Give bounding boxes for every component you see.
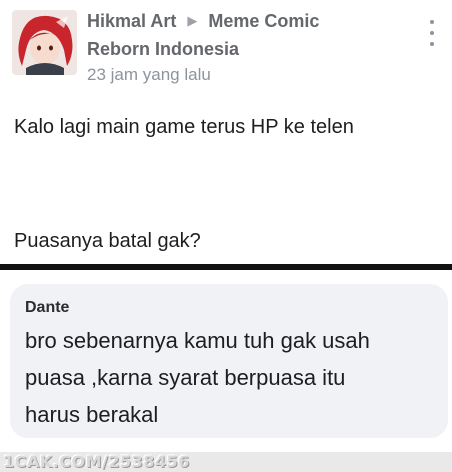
dot: [430, 20, 434, 24]
post-text-line-1: Kalo lagi main game terus HP ke telen: [14, 116, 354, 138]
watermark-bar: 1CAK.COM/2538456: [0, 452, 452, 472]
author-name[interactable]: Hikmal Art: [87, 11, 176, 31]
dot: [430, 42, 434, 46]
group-name-continued[interactable]: Reborn Indonesia: [87, 36, 319, 62]
author-line: Hikmal Art ▶ Meme Comic: [87, 8, 319, 36]
comment-text-line-2: puasa ,karna syarat berpuasa itu: [25, 365, 346, 390]
commenter-name[interactable]: Dante: [25, 299, 69, 317]
group-name[interactable]: Meme Comic: [208, 11, 319, 31]
post-text-line-2: Puasanya batal gak?: [14, 230, 201, 252]
comment-bubble: Dante bro sebenarnya kamu tuh gak usah p…: [10, 284, 448, 438]
comment-text-line-3: harus berakal: [25, 402, 159, 427]
post-header: Hikmal Art ▶ Meme Comic Reborn Indonesia…: [87, 8, 319, 88]
dot: [430, 31, 434, 35]
post-timestamp[interactable]: 23 jam yang lalu: [87, 62, 319, 88]
avatar-image: [12, 10, 77, 75]
triangle-right-icon: ▶: [187, 13, 198, 28]
watermark-text: 1CAK.COM/2538456: [3, 452, 190, 471]
avatar[interactable]: [12, 10, 77, 75]
post-card: Hikmal Art ▶ Meme Comic Reborn Indonesia…: [0, 0, 452, 264]
comment-text-line-1: bro sebenarnya kamu tuh gak usah: [25, 328, 370, 353]
comment-section: Dante bro sebenarnya kamu tuh gak usah p…: [0, 270, 452, 452]
more-options-icon[interactable]: [422, 20, 442, 46]
